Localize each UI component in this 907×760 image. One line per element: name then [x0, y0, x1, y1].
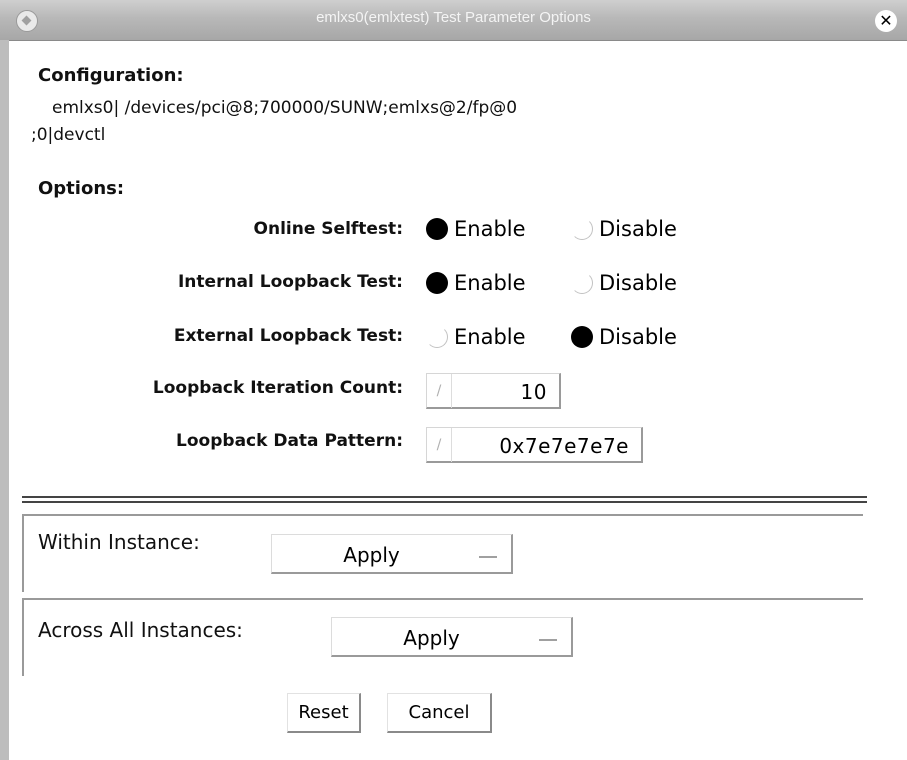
apply-label: Apply	[403, 626, 460, 650]
configuration-heading: Configuration:	[38, 65, 184, 86]
separator-line	[22, 501, 867, 503]
radio-selected-icon	[426, 218, 448, 240]
radio-unselected-icon	[426, 326, 448, 348]
external-loopback-disable-label: Disable	[599, 325, 677, 349]
online-selftest-enable-label: Enable	[454, 217, 526, 241]
spinner-handle-icon[interactable]: /	[427, 428, 452, 462]
reset-button[interactable]: Reset	[287, 693, 361, 733]
data-pattern-value: 0x7e7e7e7e	[499, 434, 629, 458]
online-selftest-disable-radio[interactable]: Disable	[571, 217, 677, 241]
menu-indicator-icon	[539, 636, 557, 641]
internal-loopback-label: Internal Loopback Test:	[177, 272, 403, 292]
across-instances-panel: Across All Instances: Apply	[22, 598, 863, 676]
window-title: emlxs0(emlxtest) Test Parameter Options	[316, 9, 591, 26]
spinner-handle-icon[interactable]: /	[427, 374, 452, 408]
title-bar: emlxs0(emlxtest) Test Parameter Options …	[0, 0, 907, 41]
within-instance-apply-button[interactable]: Apply	[271, 534, 513, 574]
apply-label: Apply	[343, 543, 400, 567]
configuration-path-line-1: emlxs0| /devices/pci@8;700000/SUNW;emlxs…	[52, 98, 518, 118]
menu-indicator-icon	[479, 553, 497, 558]
internal-loopback-disable-label: Disable	[599, 271, 677, 295]
radio-selected-icon	[571, 326, 593, 348]
configuration-path-line-2: ;0|devctl	[31, 125, 106, 145]
online-selftest-enable-radio[interactable]: Enable	[426, 217, 526, 241]
within-instance-panel: Within Instance: Apply	[22, 514, 863, 592]
internal-loopback-enable-label: Enable	[454, 271, 526, 295]
within-instance-label: Within Instance:	[38, 530, 200, 554]
iteration-count-field[interactable]: / 10	[426, 373, 561, 409]
data-pattern-label: Loopback Data Pattern:	[176, 431, 403, 451]
cancel-button[interactable]: Cancel	[387, 693, 492, 733]
data-pattern-field[interactable]: / 0x7e7e7e7e	[426, 427, 643, 463]
external-loopback-disable-radio[interactable]: Disable	[571, 325, 677, 349]
radio-unselected-icon	[571, 218, 593, 240]
internal-loopback-disable-radio[interactable]: Disable	[571, 271, 677, 295]
online-selftest-label: Online Selftest:	[253, 219, 403, 239]
external-loopback-enable-label: Enable	[454, 325, 526, 349]
iteration-count-label: Loopback Iteration Count:	[152, 378, 403, 398]
separator-line	[22, 496, 867, 498]
window-left-border	[0, 40, 9, 760]
external-loopback-label: External Loopback Test:	[173, 326, 403, 346]
across-instances-apply-button[interactable]: Apply	[331, 617, 573, 657]
internal-loopback-enable-radio[interactable]: Enable	[426, 271, 526, 295]
iteration-count-value: 10	[520, 380, 547, 404]
close-icon[interactable]: ✕	[875, 10, 897, 32]
across-instances-label: Across All Instances:	[38, 618, 243, 642]
radio-unselected-icon	[571, 272, 593, 294]
external-loopback-enable-radio[interactable]: Enable	[426, 325, 526, 349]
online-selftest-disable-label: Disable	[599, 217, 677, 241]
options-heading: Options:	[38, 178, 125, 199]
radio-selected-icon	[426, 272, 448, 294]
